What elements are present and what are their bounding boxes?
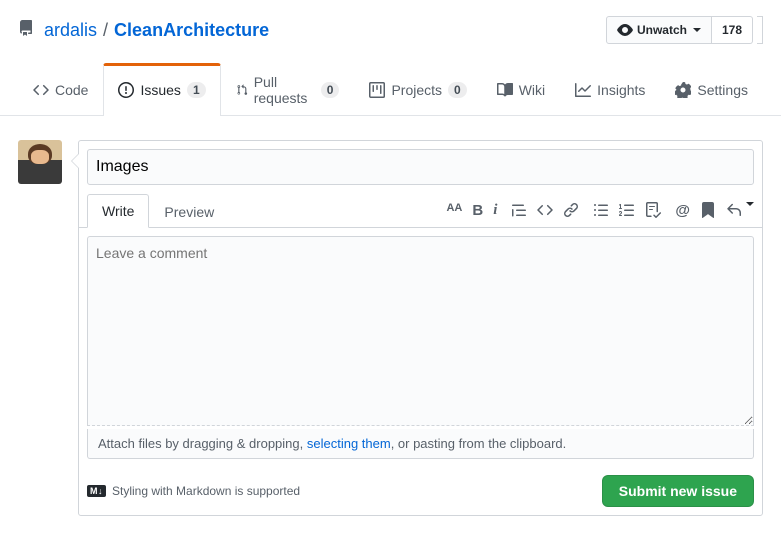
preview-tab[interactable]: Preview [149, 195, 229, 228]
breadcrumb: ardalis / CleanArchitecture [18, 20, 269, 41]
markdown-hint[interactable]: M↓ Styling with Markdown is supported [87, 484, 300, 498]
submit-issue-button[interactable]: Submit new issue [602, 475, 754, 507]
list-ordered-icon[interactable] [619, 202, 635, 218]
repo-header: ardalis / CleanArchitecture Unwatch 178 [0, 0, 781, 44]
tab-pulls-label: Pull requests [254, 74, 315, 106]
bookmark-icon[interactable] [700, 202, 716, 218]
form-footer: M↓ Styling with Markdown is supported Su… [79, 467, 762, 515]
project-icon [369, 82, 385, 98]
tab-wiki-label: Wiki [519, 82, 545, 98]
quote-icon[interactable] [511, 202, 527, 218]
avatar[interactable] [18, 140, 62, 184]
watch-group: Unwatch 178 [606, 16, 753, 44]
attach-suffix: , or pasting from the clipboard. [391, 436, 567, 451]
write-tab[interactable]: Write [87, 194, 149, 228]
markdown-icon: M↓ [87, 485, 106, 497]
eye-icon [617, 22, 633, 38]
graph-icon [575, 82, 591, 98]
code-icon [33, 82, 49, 98]
code-icon[interactable] [537, 202, 553, 218]
comment-tabnav: Write Preview AA B i [79, 193, 762, 228]
tab-settings-label: Settings [697, 82, 748, 98]
tab-insights-label: Insights [597, 82, 645, 98]
link-icon[interactable] [563, 202, 579, 218]
tab-code-label: Code [55, 82, 88, 98]
italic-icon[interactable]: i [493, 202, 497, 219]
heading-icon[interactable]: AA [446, 202, 462, 219]
tab-issues[interactable]: Issues 1 [103, 63, 220, 116]
gear-icon [675, 82, 691, 98]
unwatch-button[interactable]: Unwatch [606, 16, 712, 44]
tab-projects-count: 0 [448, 82, 467, 98]
breadcrumb-separator: / [103, 20, 108, 41]
breadcrumb-repo[interactable]: CleanArchitecture [114, 20, 269, 41]
book-icon [497, 82, 513, 98]
reply-icon[interactable] [726, 202, 742, 218]
issue-title-input[interactable] [87, 149, 754, 185]
markdown-hint-label: Styling with Markdown is supported [112, 484, 300, 498]
repo-icon [18, 20, 34, 41]
list-unordered-icon[interactable] [593, 202, 609, 218]
tab-pulls[interactable]: Pull requests 0 [221, 63, 355, 116]
tab-issues-label: Issues [140, 82, 180, 98]
caret-down-icon[interactable] [746, 202, 754, 206]
tab-projects[interactable]: Projects 0 [354, 63, 481, 116]
breadcrumb-owner[interactable]: ardalis [44, 20, 97, 41]
caret-down-icon [693, 28, 701, 32]
mention-icon[interactable]: @ [675, 202, 690, 219]
attach-select-link[interactable]: selecting them [307, 436, 391, 451]
tab-projects-label: Projects [391, 82, 442, 98]
tab-wiki[interactable]: Wiki [482, 63, 560, 116]
partial-button [757, 16, 763, 44]
issue-form-area: Write Preview AA B i [0, 116, 781, 540]
tasklist-icon[interactable] [645, 202, 661, 218]
tab-code[interactable]: Code [18, 63, 103, 116]
repo-tabs: Code Issues 1 Pull requests 0 Projects 0… [0, 62, 781, 116]
tab-issues-count: 1 [187, 82, 206, 98]
attach-hint[interactable]: Attach files by dragging & dropping, sel… [87, 429, 754, 459]
issue-body-textarea[interactable] [87, 236, 754, 426]
issue-opened-icon [118, 82, 134, 98]
tab-insights[interactable]: Insights [560, 63, 660, 116]
issue-form: Write Preview AA B i [78, 140, 763, 516]
unwatch-label: Unwatch [637, 20, 687, 40]
watch-count[interactable]: 178 [712, 16, 753, 44]
tab-settings[interactable]: Settings [660, 63, 763, 116]
git-pull-request-icon [236, 82, 248, 98]
bold-icon[interactable]: B [472, 202, 483, 219]
markdown-toolbar: AA B i @ [446, 202, 754, 219]
tab-pulls-count: 0 [321, 82, 340, 98]
comment-body: Attach files by dragging & dropping, sel… [79, 228, 762, 467]
attach-prefix: Attach files by dragging & dropping, [98, 436, 307, 451]
